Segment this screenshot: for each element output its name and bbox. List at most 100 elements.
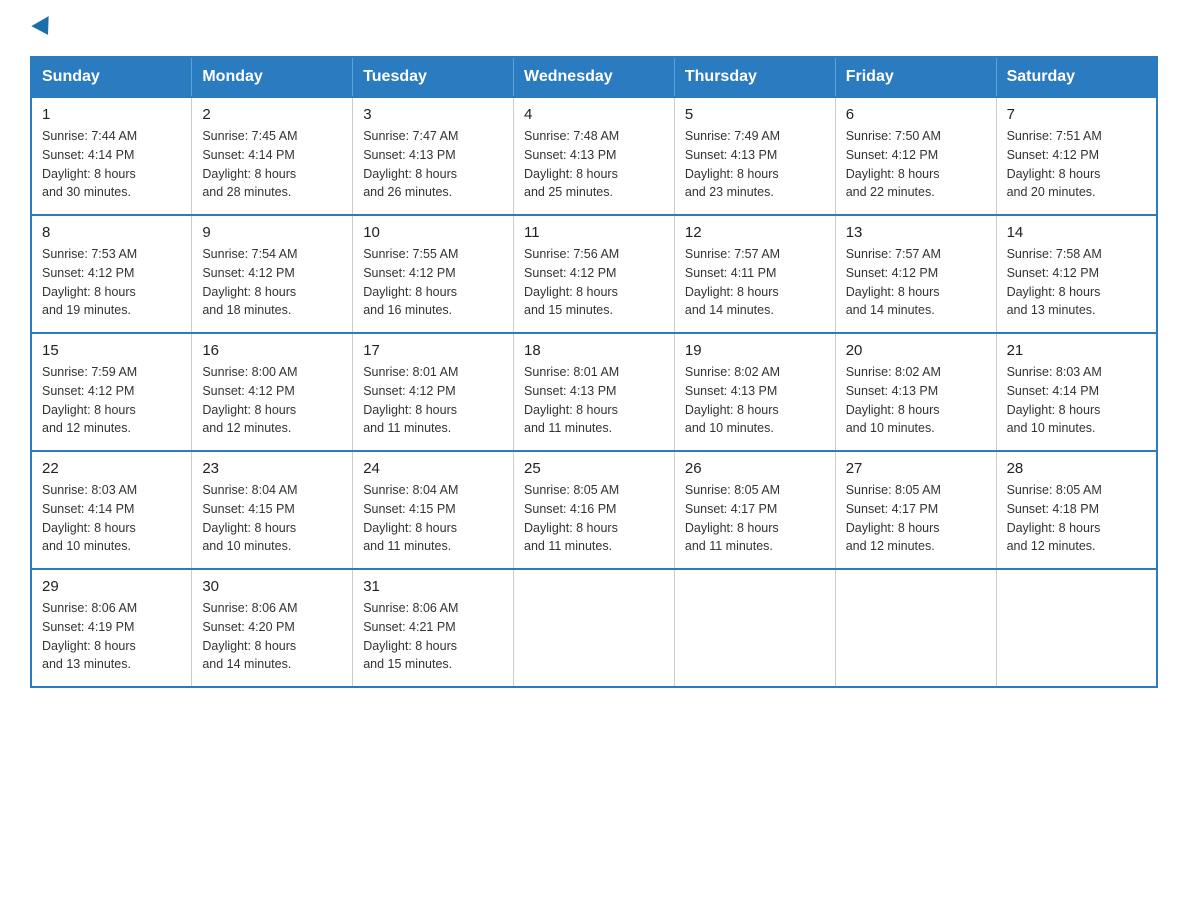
day-info: Sunrise: 7:58 AM Sunset: 4:12 PM Dayligh… [1007,245,1146,320]
calendar-cell: 1 Sunrise: 7:44 AM Sunset: 4:14 PM Dayli… [31,97,192,215]
weekday-header-friday: Friday [835,57,996,97]
calendar-week-1: 1 Sunrise: 7:44 AM Sunset: 4:14 PM Dayli… [31,97,1157,215]
calendar-cell: 10 Sunrise: 7:55 AM Sunset: 4:12 PM Dayl… [353,215,514,333]
calendar-cell: 4 Sunrise: 7:48 AM Sunset: 4:13 PM Dayli… [514,97,675,215]
weekday-header-sunday: Sunday [31,57,192,97]
day-number: 26 [685,460,825,477]
calendar-cell: 29 Sunrise: 8:06 AM Sunset: 4:19 PM Dayl… [31,569,192,687]
day-info: Sunrise: 8:05 AM Sunset: 4:16 PM Dayligh… [524,481,664,556]
day-info: Sunrise: 7:44 AM Sunset: 4:14 PM Dayligh… [42,127,181,202]
day-number: 10 [363,224,503,241]
day-number: 1 [42,106,181,123]
day-number: 29 [42,578,181,595]
calendar-cell: 15 Sunrise: 7:59 AM Sunset: 4:12 PM Dayl… [31,333,192,451]
calendar-header: SundayMondayTuesdayWednesdayThursdayFrid… [31,57,1157,97]
day-info: Sunrise: 7:49 AM Sunset: 4:13 PM Dayligh… [685,127,825,202]
day-info: Sunrise: 7:54 AM Sunset: 4:12 PM Dayligh… [202,245,342,320]
weekday-header-thursday: Thursday [674,57,835,97]
calendar-cell: 30 Sunrise: 8:06 AM Sunset: 4:20 PM Dayl… [192,569,353,687]
calendar-cell: 18 Sunrise: 8:01 AM Sunset: 4:13 PM Dayl… [514,333,675,451]
day-info: Sunrise: 8:05 AM Sunset: 4:17 PM Dayligh… [685,481,825,556]
day-number: 22 [42,460,181,477]
weekday-header-monday: Monday [192,57,353,97]
day-number: 9 [202,224,342,241]
day-number: 18 [524,342,664,359]
day-number: 15 [42,342,181,359]
calendar-cell: 6 Sunrise: 7:50 AM Sunset: 4:12 PM Dayli… [835,97,996,215]
weekday-header-saturday: Saturday [996,57,1157,97]
calendar-cell: 19 Sunrise: 8:02 AM Sunset: 4:13 PM Dayl… [674,333,835,451]
day-number: 19 [685,342,825,359]
day-info: Sunrise: 7:53 AM Sunset: 4:12 PM Dayligh… [42,245,181,320]
calendar-cell: 27 Sunrise: 8:05 AM Sunset: 4:17 PM Dayl… [835,451,996,569]
day-number: 28 [1007,460,1146,477]
calendar-week-5: 29 Sunrise: 8:06 AM Sunset: 4:19 PM Dayl… [31,569,1157,687]
calendar-cell: 26 Sunrise: 8:05 AM Sunset: 4:17 PM Dayl… [674,451,835,569]
weekday-row: SundayMondayTuesdayWednesdayThursdayFrid… [31,57,1157,97]
day-number: 27 [846,460,986,477]
day-info: Sunrise: 7:59 AM Sunset: 4:12 PM Dayligh… [42,363,181,438]
calendar-cell: 9 Sunrise: 7:54 AM Sunset: 4:12 PM Dayli… [192,215,353,333]
day-info: Sunrise: 8:02 AM Sunset: 4:13 PM Dayligh… [685,363,825,438]
calendar-cell: 5 Sunrise: 7:49 AM Sunset: 4:13 PM Dayli… [674,97,835,215]
day-info: Sunrise: 8:05 AM Sunset: 4:18 PM Dayligh… [1007,481,1146,556]
calendar-week-3: 15 Sunrise: 7:59 AM Sunset: 4:12 PM Dayl… [31,333,1157,451]
calendar-cell: 25 Sunrise: 8:05 AM Sunset: 4:16 PM Dayl… [514,451,675,569]
calendar-week-2: 8 Sunrise: 7:53 AM Sunset: 4:12 PM Dayli… [31,215,1157,333]
calendar-week-4: 22 Sunrise: 8:03 AM Sunset: 4:14 PM Dayl… [31,451,1157,569]
day-number: 21 [1007,342,1146,359]
calendar-cell: 17 Sunrise: 8:01 AM Sunset: 4:12 PM Dayl… [353,333,514,451]
calendar-cell [514,569,675,687]
day-info: Sunrise: 8:06 AM Sunset: 4:21 PM Dayligh… [363,599,503,674]
day-info: Sunrise: 7:50 AM Sunset: 4:12 PM Dayligh… [846,127,986,202]
calendar-cell: 2 Sunrise: 7:45 AM Sunset: 4:14 PM Dayli… [192,97,353,215]
day-number: 11 [524,224,664,241]
day-info: Sunrise: 8:02 AM Sunset: 4:13 PM Dayligh… [846,363,986,438]
day-info: Sunrise: 7:45 AM Sunset: 4:14 PM Dayligh… [202,127,342,202]
day-info: Sunrise: 8:03 AM Sunset: 4:14 PM Dayligh… [42,481,181,556]
calendar-cell: 23 Sunrise: 8:04 AM Sunset: 4:15 PM Dayl… [192,451,353,569]
day-number: 5 [685,106,825,123]
day-info: Sunrise: 7:55 AM Sunset: 4:12 PM Dayligh… [363,245,503,320]
day-info: Sunrise: 8:03 AM Sunset: 4:14 PM Dayligh… [1007,363,1146,438]
logo-arrow-icon [31,16,56,40]
day-info: Sunrise: 8:00 AM Sunset: 4:12 PM Dayligh… [202,363,342,438]
calendar-cell: 20 Sunrise: 8:02 AM Sunset: 4:13 PM Dayl… [835,333,996,451]
calendar-cell: 14 Sunrise: 7:58 AM Sunset: 4:12 PM Dayl… [996,215,1157,333]
calendar-cell: 22 Sunrise: 8:03 AM Sunset: 4:14 PM Dayl… [31,451,192,569]
calendar-cell [835,569,996,687]
weekday-header-wednesday: Wednesday [514,57,675,97]
day-number: 24 [363,460,503,477]
day-number: 30 [202,578,342,595]
weekday-header-tuesday: Tuesday [353,57,514,97]
logo [30,20,54,36]
calendar-cell [674,569,835,687]
day-info: Sunrise: 8:04 AM Sunset: 4:15 PM Dayligh… [202,481,342,556]
calendar-cell: 7 Sunrise: 7:51 AM Sunset: 4:12 PM Dayli… [996,97,1157,215]
day-number: 12 [685,224,825,241]
day-number: 14 [1007,224,1146,241]
day-info: Sunrise: 7:56 AM Sunset: 4:12 PM Dayligh… [524,245,664,320]
calendar-body: 1 Sunrise: 7:44 AM Sunset: 4:14 PM Dayli… [31,97,1157,687]
calendar-cell: 13 Sunrise: 7:57 AM Sunset: 4:12 PM Dayl… [835,215,996,333]
calendar-cell: 21 Sunrise: 8:03 AM Sunset: 4:14 PM Dayl… [996,333,1157,451]
day-number: 2 [202,106,342,123]
day-number: 31 [363,578,503,595]
day-number: 17 [363,342,503,359]
day-info: Sunrise: 8:01 AM Sunset: 4:13 PM Dayligh… [524,363,664,438]
day-number: 16 [202,342,342,359]
calendar-cell: 31 Sunrise: 8:06 AM Sunset: 4:21 PM Dayl… [353,569,514,687]
day-info: Sunrise: 8:06 AM Sunset: 4:19 PM Dayligh… [42,599,181,674]
calendar-cell: 12 Sunrise: 7:57 AM Sunset: 4:11 PM Dayl… [674,215,835,333]
calendar-cell: 8 Sunrise: 7:53 AM Sunset: 4:12 PM Dayli… [31,215,192,333]
day-number: 4 [524,106,664,123]
calendar-cell: 3 Sunrise: 7:47 AM Sunset: 4:13 PM Dayli… [353,97,514,215]
day-info: Sunrise: 7:47 AM Sunset: 4:13 PM Dayligh… [363,127,503,202]
day-number: 20 [846,342,986,359]
calendar-cell: 16 Sunrise: 8:00 AM Sunset: 4:12 PM Dayl… [192,333,353,451]
day-info: Sunrise: 8:04 AM Sunset: 4:15 PM Dayligh… [363,481,503,556]
day-number: 8 [42,224,181,241]
day-info: Sunrise: 7:48 AM Sunset: 4:13 PM Dayligh… [524,127,664,202]
day-info: Sunrise: 8:05 AM Sunset: 4:17 PM Dayligh… [846,481,986,556]
day-info: Sunrise: 8:01 AM Sunset: 4:12 PM Dayligh… [363,363,503,438]
